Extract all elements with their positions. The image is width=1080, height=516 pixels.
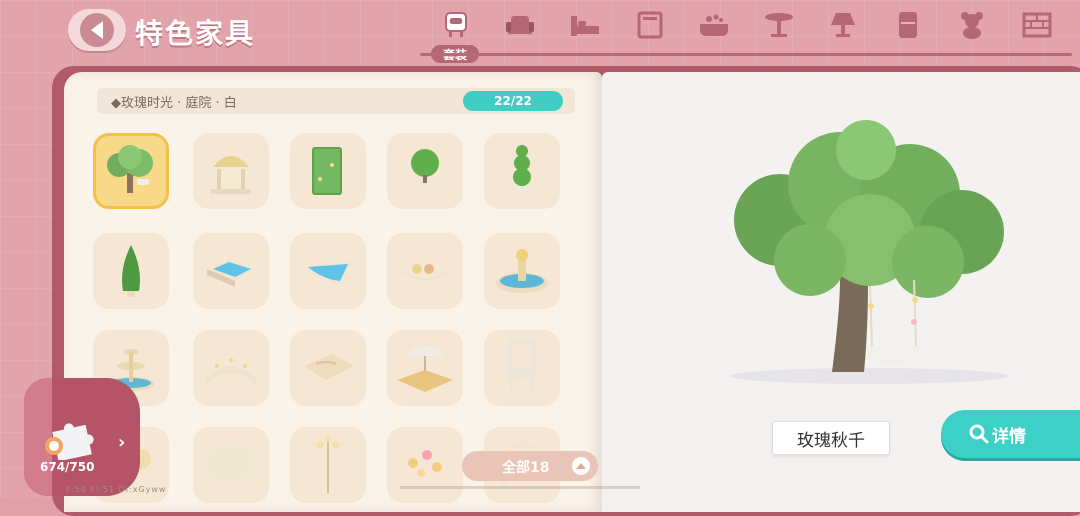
item-round-table[interactable] bbox=[193, 427, 269, 503]
set-count-badge: 22/22 bbox=[463, 91, 563, 111]
item-boat-planter[interactable] bbox=[387, 233, 463, 309]
category-sofa-icon[interactable] bbox=[501, 8, 539, 42]
category-teddy-bear-icon[interactable] bbox=[953, 8, 991, 42]
filter-dropdown[interactable]: 全部18 bbox=[462, 451, 598, 481]
item-picnic-umbrella[interactable] bbox=[387, 330, 463, 406]
category-suit-icon[interactable] bbox=[437, 8, 475, 42]
item-garden-chair[interactable] bbox=[484, 330, 560, 406]
set-name: ◆玫瑰时光 · 庭院 · 白 bbox=[111, 96, 237, 111]
top-bar: 特色家具 套装 bbox=[0, 0, 1080, 64]
search-icon bbox=[969, 424, 989, 444]
category-underline bbox=[420, 53, 1072, 56]
chevron-up-icon bbox=[572, 457, 590, 475]
item-cone-topiary[interactable] bbox=[93, 233, 169, 309]
item-round-topiary[interactable] bbox=[387, 133, 463, 209]
scroll-indicator bbox=[400, 486, 640, 489]
furniture-grid bbox=[93, 133, 573, 503]
detail-button[interactable]: 详情 bbox=[941, 410, 1080, 458]
back-button[interactable] bbox=[68, 9, 126, 51]
tree-swing-preview-image bbox=[730, 120, 1010, 384]
capacity-expand-icon[interactable]: › bbox=[118, 432, 125, 453]
item-square-pool[interactable] bbox=[193, 233, 269, 309]
capacity-count: 674/750 bbox=[40, 460, 95, 474]
item-flower-petals[interactable] bbox=[387, 427, 463, 503]
item-fountain[interactable] bbox=[484, 233, 560, 309]
item-stone-path[interactable] bbox=[290, 330, 366, 406]
page-title: 特色家具 bbox=[135, 17, 256, 50]
item-garden-bridge[interactable] bbox=[193, 330, 269, 406]
item-hedge-wall[interactable] bbox=[290, 133, 366, 209]
item-gazebo[interactable] bbox=[193, 133, 269, 209]
detail-button-label: 详情 bbox=[992, 426, 1026, 447]
set-header: ◆玫瑰时光 · 庭院 · 白 22/22 bbox=[97, 88, 575, 114]
item-tree-swing[interactable] bbox=[93, 133, 169, 209]
category-bed-icon[interactable] bbox=[566, 8, 604, 42]
item-corner-pool[interactable] bbox=[290, 233, 366, 309]
debug-coords: F:50 Fl:51 Di:xGyww bbox=[66, 485, 167, 494]
category-table-icon[interactable] bbox=[760, 8, 798, 42]
preview-item-name: 玫瑰秋千 bbox=[772, 421, 890, 455]
category-lamp-icon[interactable] bbox=[824, 8, 862, 42]
item-tiered-topiary[interactable] bbox=[484, 133, 560, 209]
filter-label: 全部18 bbox=[502, 460, 550, 476]
category-wall-icon[interactable] bbox=[1018, 8, 1056, 42]
item-street-lamp[interactable] bbox=[290, 427, 366, 503]
category-bathtub-icon[interactable] bbox=[695, 8, 733, 42]
category-fridge-icon[interactable] bbox=[889, 8, 927, 42]
back-arrow-icon bbox=[80, 13, 114, 47]
category-cabinet-icon[interactable] bbox=[631, 8, 669, 42]
puzzle-icon bbox=[45, 423, 94, 460]
